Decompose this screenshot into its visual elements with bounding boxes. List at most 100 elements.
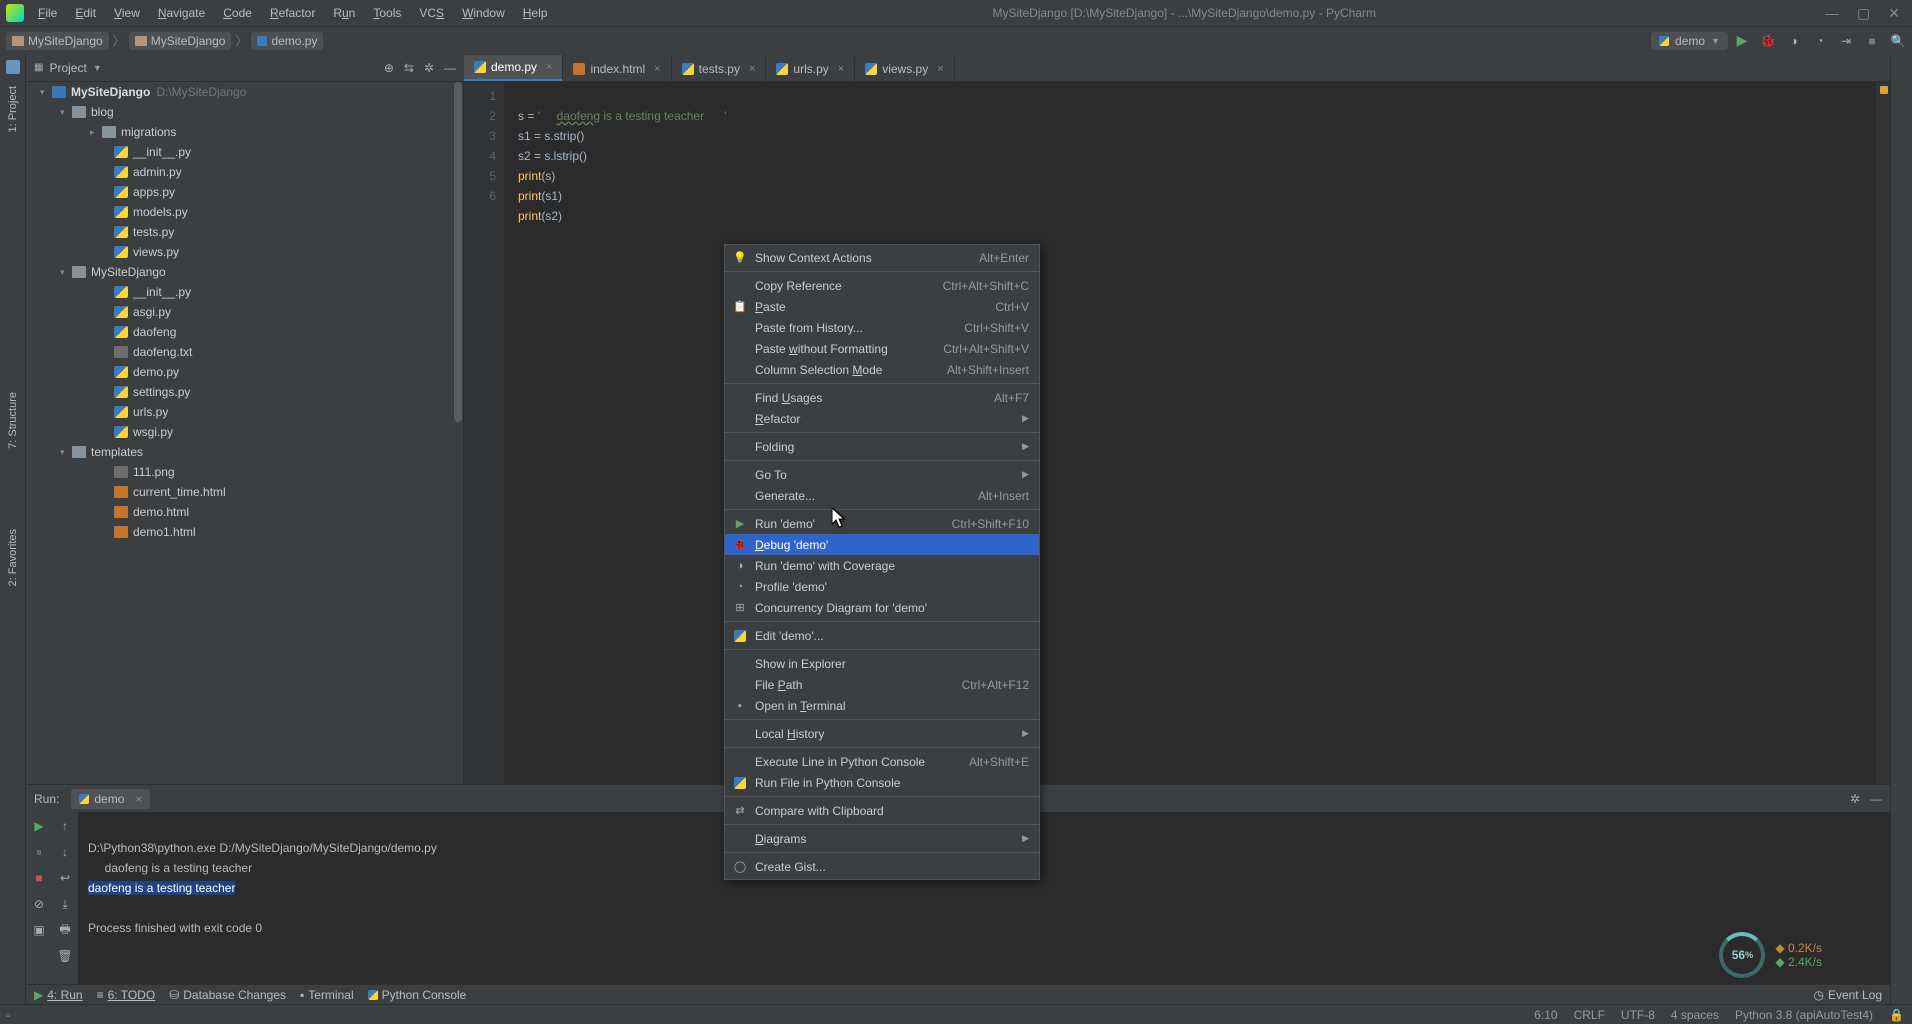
tree-item[interactable]: daofeng.txt <box>26 342 463 362</box>
minimize-icon[interactable]: — <box>1825 5 1839 22</box>
code-area[interactable]: s = ' daofeng is a testing teacher ' s1 … <box>504 82 1876 784</box>
breadcrumb-root[interactable]: MySiteDjango <box>6 32 109 50</box>
close-icon[interactable]: × <box>546 61 552 73</box>
tree-root[interactable]: ▾ MySiteDjango D:\MySiteDjango <box>26 82 463 102</box>
close-icon[interactable]: × <box>749 63 755 75</box>
menu-edit[interactable]: Edit <box>67 2 104 24</box>
context-menu-item[interactable]: File PathCtrl+Alt+F12 <box>725 674 1039 695</box>
menu-navigate[interactable]: Navigate <box>150 2 213 24</box>
gear-icon[interactable]: ✲ <box>1850 792 1860 806</box>
close-icon[interactable]: ✕ <box>1888 5 1900 22</box>
status-eol[interactable]: CRLF <box>1574 1008 1605 1022</box>
profile-button[interactable]: ◔ <box>1812 33 1828 49</box>
tab-todo[interactable]: ≡6: TODO <box>97 988 156 1002</box>
layout-icon[interactable]: ▣ <box>31 922 47 938</box>
editor-tab[interactable]: tests.py× <box>672 57 767 81</box>
warning-marker[interactable] <box>1880 86 1888 94</box>
gear-icon[interactable]: ✲ <box>424 61 434 75</box>
menu-file[interactable]: File <box>30 2 65 24</box>
tool-project[interactable]: 1: Project <box>7 82 19 136</box>
tool-windows-icon[interactable]: ▫ <box>6 1008 10 1022</box>
menu-run[interactable]: Run <box>325 2 363 24</box>
context-menu-item[interactable]: ⇄Compare with Clipboard <box>725 800 1039 821</box>
close-icon[interactable]: × <box>654 63 660 75</box>
context-menu-item[interactable]: Copy ReferenceCtrl+Alt+Shift+C <box>725 275 1039 296</box>
close-icon[interactable]: × <box>937 63 943 75</box>
breadcrumb-module[interactable]: MySiteDjango <box>129 32 232 50</box>
tree-arrow-icon[interactable]: ▾ <box>60 267 72 278</box>
project-tool-icon[interactable] <box>6 60 20 74</box>
tree-item[interactable]: __init__.py <box>26 282 463 302</box>
print-icon[interactable]: 🖶 <box>57 922 73 938</box>
tree-arrow-icon[interactable]: ▸ <box>90 127 102 138</box>
tree-item[interactable]: asgi.py <box>26 302 463 322</box>
locate-icon[interactable]: ⊕ <box>384 61 394 75</box>
menu-help[interactable]: Help <box>515 2 556 24</box>
tree-item[interactable]: __init__.py <box>26 142 463 162</box>
menu-window[interactable]: Window <box>454 2 513 24</box>
context-menu-item[interactable]: ⊞Concurrency Diagram for 'demo' <box>725 597 1039 618</box>
context-menu-item[interactable]: Edit 'demo'... <box>725 625 1039 646</box>
context-menu-item[interactable]: Show in Explorer <box>725 653 1039 674</box>
editor-marker-bar[interactable] <box>1876 82 1890 784</box>
tree-item[interactable]: ▾blog <box>26 102 463 122</box>
hide-icon[interactable]: — <box>444 61 456 75</box>
tree-arrow-icon[interactable]: ▾ <box>60 447 72 458</box>
tree-item[interactable]: views.py <box>26 242 463 262</box>
tree-item[interactable]: wsgi.py <box>26 422 463 442</box>
run-config-selector[interactable]: demo ▼ <box>1651 32 1728 50</box>
tab-run[interactable]: ▶4: Run <box>34 988 83 1002</box>
tree-item[interactable]: ▸migrations <box>26 122 463 142</box>
tab-python-console[interactable]: Python Console <box>368 988 467 1002</box>
context-menu-item[interactable]: Run File in Python Console <box>725 772 1039 793</box>
close-icon[interactable]: × <box>838 63 844 75</box>
run-button[interactable]: ▶ <box>1734 33 1750 49</box>
context-menu-item[interactable]: Folding▶ <box>725 436 1039 457</box>
tree-item[interactable]: demo.html <box>26 502 463 522</box>
context-menu-item[interactable]: 🐞Debug 'demo' <box>725 534 1039 555</box>
tool-favorites[interactable]: 2: Favorites <box>7 525 19 590</box>
stop-icon[interactable]: ■ <box>31 870 47 886</box>
context-menu-item[interactable]: Refactor▶ <box>725 408 1039 429</box>
scroll-end-icon[interactable]: ⤓ <box>57 896 73 912</box>
attach-button[interactable]: ⇥ <box>1838 33 1854 49</box>
context-menu-item[interactable]: Paste without FormattingCtrl+Alt+Shift+V <box>725 338 1039 359</box>
tree-arrow-icon[interactable]: ▾ <box>60 107 72 118</box>
context-menu-item[interactable]: Paste from History...Ctrl+Shift+V <box>725 317 1039 338</box>
menu-code[interactable]: Code <box>215 2 260 24</box>
editor-tab[interactable]: urls.py× <box>766 57 855 81</box>
menu-tools[interactable]: Tools <box>365 2 409 24</box>
tree-item[interactable]: apps.py <box>26 182 463 202</box>
chevron-down-icon[interactable]: ▼ <box>93 63 102 73</box>
coverage-button[interactable]: ◑ <box>1786 33 1802 49</box>
tree-item[interactable]: demo1.html <box>26 522 463 542</box>
tree-item[interactable]: admin.py <box>26 162 463 182</box>
tree-item[interactable]: demo.py <box>26 362 463 382</box>
tree-item[interactable]: 111.png <box>26 462 463 482</box>
soft-wrap-icon[interactable]: ↩ <box>57 870 73 886</box>
editor-tab[interactable]: index.html× <box>563 57 671 81</box>
context-menu-item[interactable]: ▪Open in Terminal <box>725 695 1039 716</box>
tab-db-changes[interactable]: ⛁Database Changes <box>169 988 286 1002</box>
menu-view[interactable]: View <box>106 2 148 24</box>
context-menu-item[interactable]: Column Selection ModeAlt+Shift+Insert <box>725 359 1039 380</box>
context-menu-item[interactable]: Local History▶ <box>725 723 1039 744</box>
hide-icon[interactable]: — <box>1870 792 1882 806</box>
search-everywhere-icon[interactable]: 🔍 <box>1890 33 1906 49</box>
tab-event-log[interactable]: ◷Event Log <box>1813 988 1882 1002</box>
down-icon[interactable]: ↓ <box>57 844 73 860</box>
context-menu-item[interactable]: 📋PasteCtrl+V <box>725 296 1039 317</box>
context-menu-item[interactable]: 💡Show Context ActionsAlt+Enter <box>725 247 1039 268</box>
status-position[interactable]: 6:10 <box>1534 1008 1557 1022</box>
status-interpreter[interactable]: Python 3.8 (apiAutoTest4) <box>1735 1008 1873 1022</box>
menu-refactor[interactable]: Refactor <box>262 2 323 24</box>
tool-structure[interactable]: 7: Structure <box>7 388 19 453</box>
tree-item[interactable]: current_time.html <box>26 482 463 502</box>
tree-item[interactable]: urls.py <box>26 402 463 422</box>
context-menu-item[interactable]: Diagrams▶ <box>725 828 1039 849</box>
editor-tab[interactable]: views.py× <box>855 57 954 81</box>
breadcrumb-file[interactable]: demo.py <box>251 32 323 50</box>
delete-icon[interactable]: 🗑 <box>57 948 73 964</box>
status-indent[interactable]: 4 spaces <box>1671 1008 1719 1022</box>
tree-item[interactable]: tests.py <box>26 222 463 242</box>
